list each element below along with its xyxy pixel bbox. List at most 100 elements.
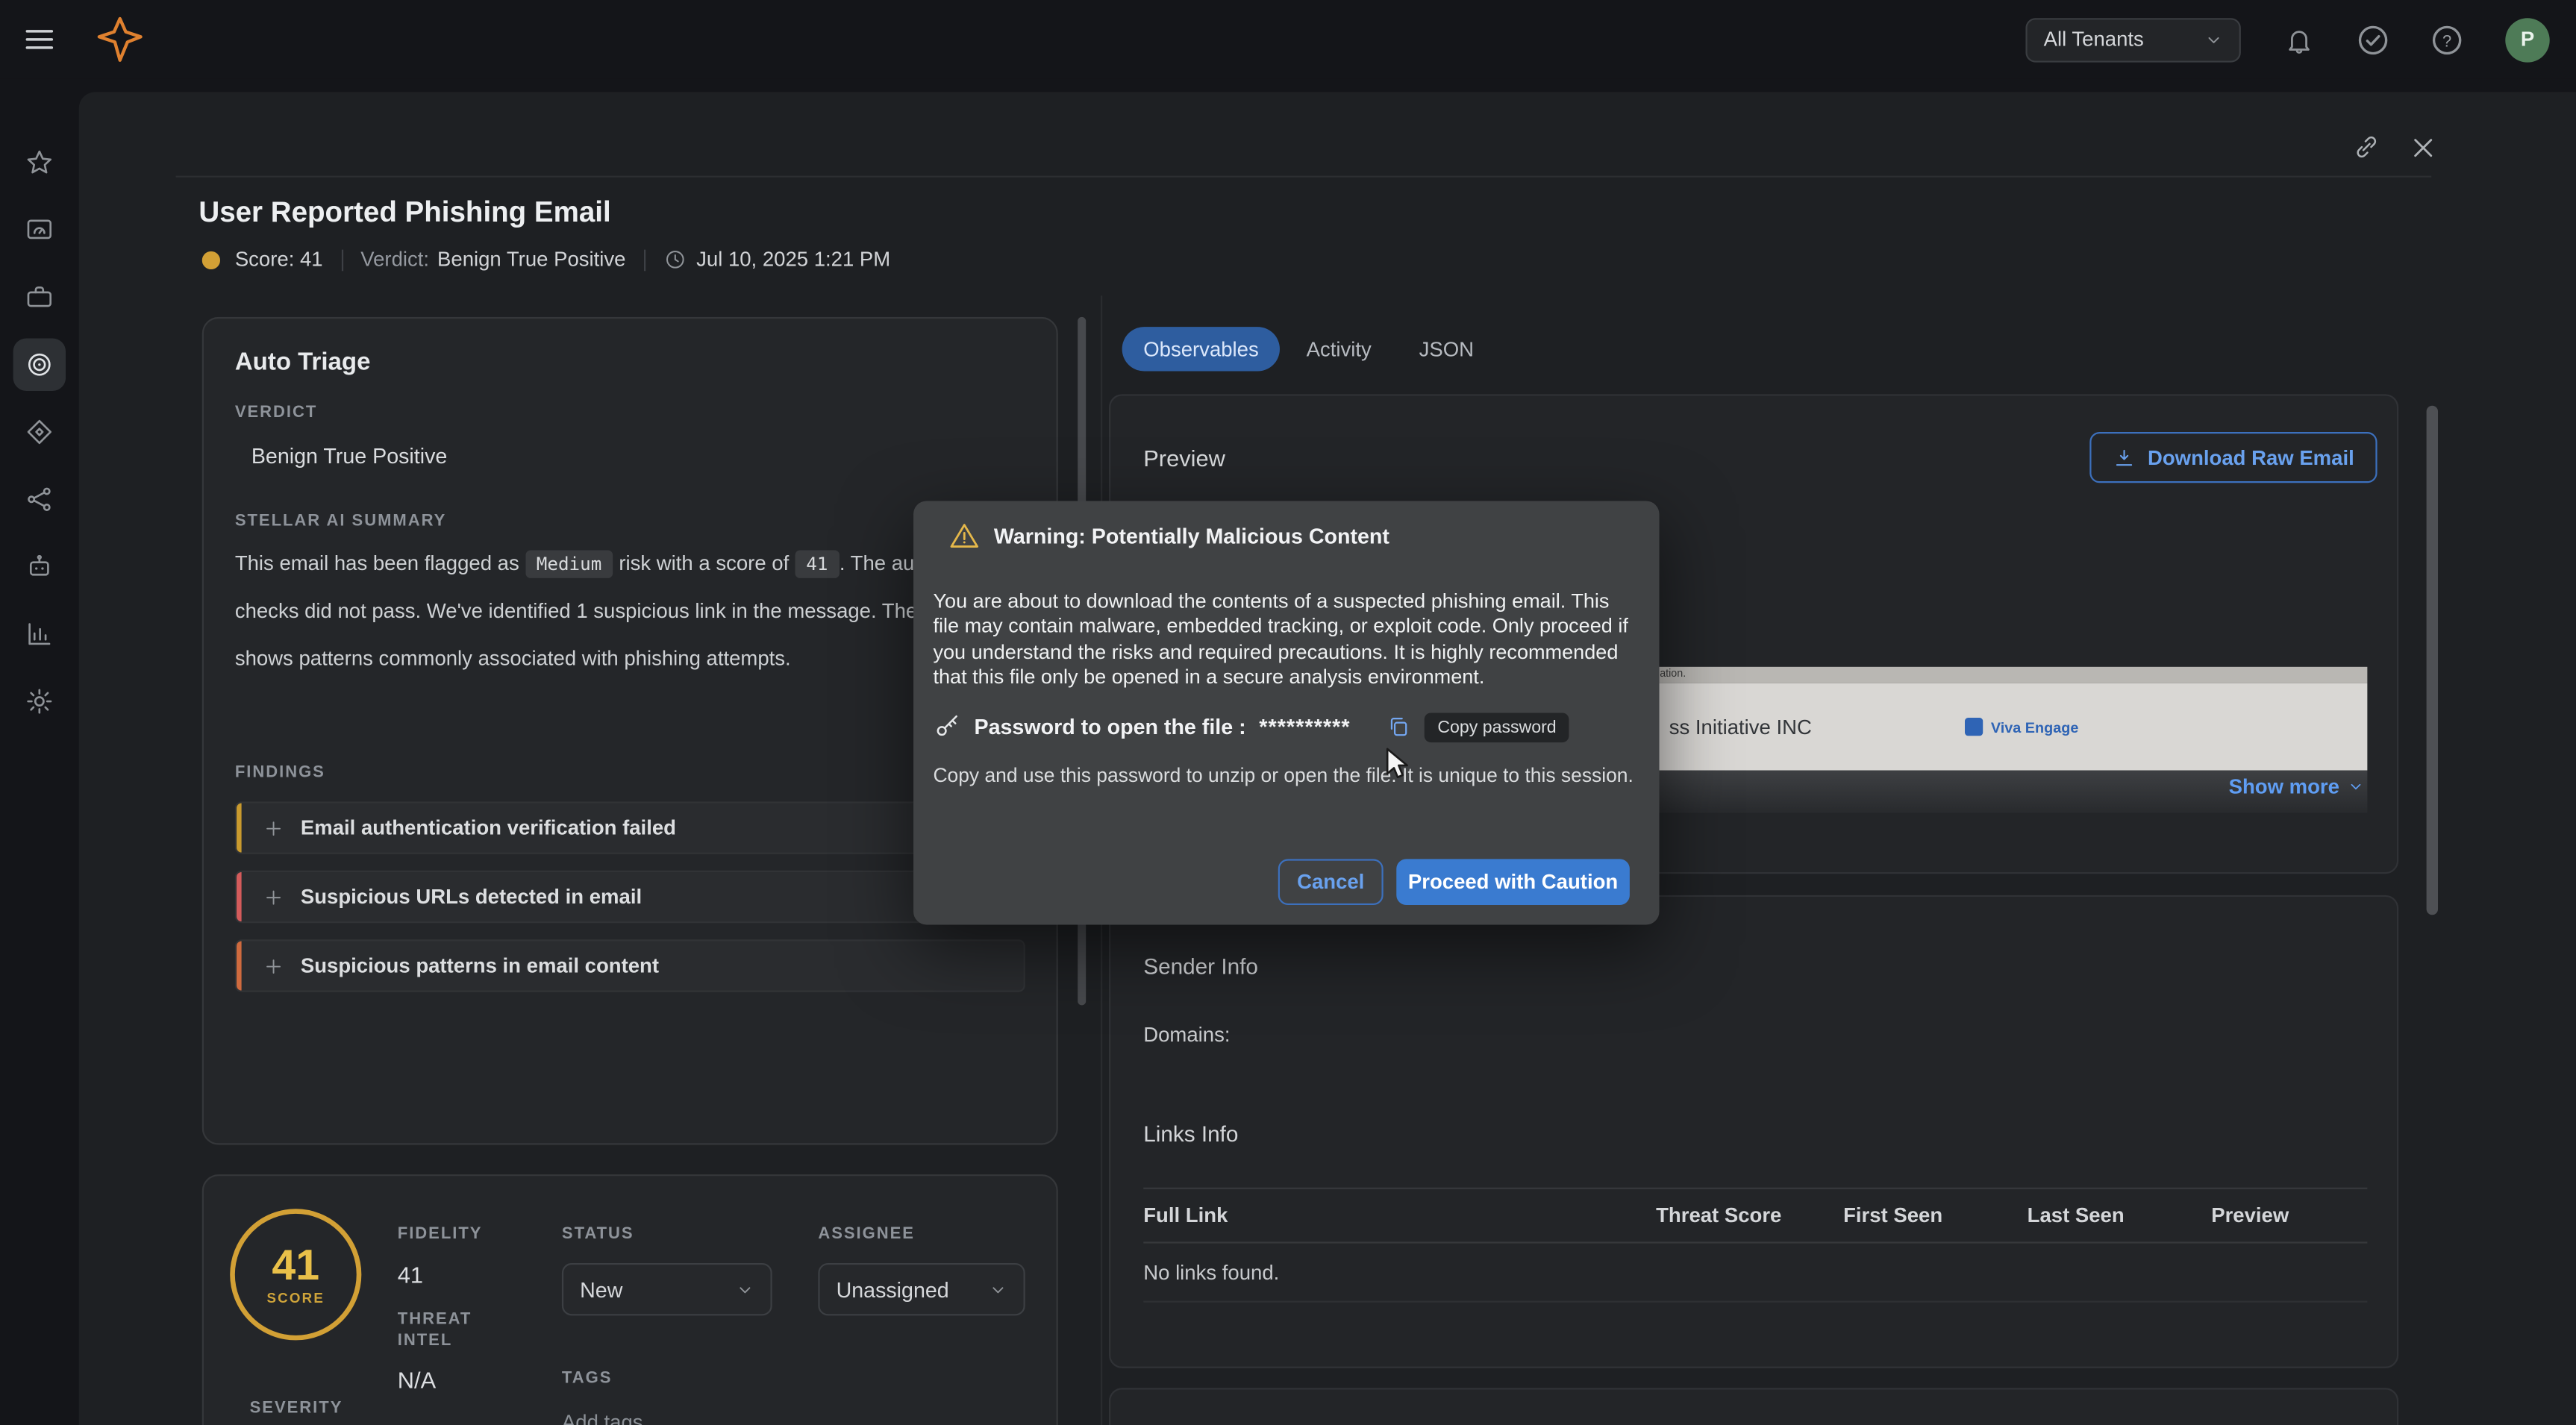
score-summary-card: 41 SCORE SEVERITY FIDELITY 41 THREAT INT…	[202, 1174, 1058, 1425]
email-title-snippet: ss Initiative INC	[1669, 715, 1812, 739]
links-table-header: Full Link Threat Score First Seen Last S…	[1143, 1188, 2367, 1244]
incident-meta-row: Score: 41 Verdict: Benign True Positive …	[202, 248, 890, 271]
finding-row-suspicious-urls[interactable]: Suspicious URLs detected in email	[235, 871, 1025, 923]
sidebar-item-detections-diamond-icon[interactable]	[13, 406, 66, 458]
password-note: Copy and use this password to unzip or o…	[933, 763, 1639, 786]
score-ring: 41 SCORE	[230, 1209, 361, 1340]
col-threat-score: Threat Score	[1656, 1204, 1843, 1227]
findings-heading: FINDINGS	[235, 764, 1025, 782]
assignee-select[interactable]: Unassigned	[818, 1263, 1025, 1315]
status-value: New	[580, 1277, 622, 1302]
detail-tabs: Observables Activity JSON	[1122, 327, 1495, 371]
sidebar-item-dashboards-icon[interactable]	[13, 204, 66, 256]
col-last-seen: Last Seen	[2028, 1204, 2212, 1227]
status-select[interactable]: New	[562, 1263, 772, 1315]
verdict-label: Verdict:	[360, 248, 429, 271]
copy-password-icon[interactable]	[1387, 715, 1411, 739]
summary-segment: This email has been flagged as	[235, 552, 525, 575]
tasks-check-icon[interactable]	[2357, 24, 2389, 55]
dialog-title: Warning: Potentially Malicious Content	[994, 523, 1389, 548]
col-first-seen: First Seen	[1843, 1204, 2028, 1227]
right-column-scrollbar-thumb[interactable]	[2427, 406, 2438, 915]
chevron-down-icon	[989, 1280, 1007, 1298]
status-label: STATUS	[562, 1225, 634, 1243]
proceed-with-caution-button[interactable]: Proceed with Caution	[1396, 859, 1630, 905]
notifications-bell-icon[interactable]	[2283, 24, 2315, 55]
meta-separator	[644, 249, 645, 271]
hamburger-menu-icon[interactable]	[23, 23, 56, 56]
expand-plus-icon	[264, 888, 282, 906]
finding-severity-bar	[237, 872, 242, 921]
expand-plus-icon	[264, 956, 282, 974]
summary-show-more-link[interactable]: Show more	[235, 707, 1025, 730]
tab-activity[interactable]: Activity	[1285, 327, 1392, 371]
meta-separator	[341, 249, 343, 271]
fidelity-label: FIDELITY	[398, 1225, 483, 1243]
domains-label: Domains:	[1143, 1024, 1230, 1047]
finding-severity-bar	[237, 804, 242, 853]
links-info-title: Links Info	[1143, 1122, 1238, 1147]
copy-link-icon[interactable]	[2353, 133, 2380, 160]
links-table-empty-row: No links found.	[1143, 1244, 2367, 1303]
tenant-selector-value: All Tenants	[2044, 28, 2144, 51]
viva-engage-logo-icon	[1965, 718, 1983, 736]
viva-engage-badge: Viva Engage	[1965, 718, 2079, 736]
fidelity-column: FIDELITY 41 THREAT INTEL N/A	[398, 1217, 516, 1393]
password-masked-value: **********	[1259, 715, 1350, 739]
sidebar-item-automation-robot-icon[interactable]	[13, 540, 66, 592]
preview-show-more-link[interactable]: Show more	[2229, 775, 2364, 798]
svg-text:?: ?	[2442, 31, 2451, 49]
top-bar: All Tenants ? P	[0, 0, 2576, 79]
password-row: Password to open the file : ********** C…	[933, 712, 1639, 742]
close-icon[interactable]	[2410, 135, 2436, 161]
dialog-footer: Cancel Proceed with Caution	[1278, 859, 1630, 905]
finding-row-email-auth[interactable]: Email authentication verification failed	[235, 801, 1025, 854]
sidebar-item-correlations-graph-icon[interactable]	[13, 473, 66, 525]
finding-label: Suspicious patterns in email content	[301, 954, 659, 977]
ai-summary-text: This email has been flagged as Medium ri…	[235, 540, 1025, 683]
malicious-content-warning-dialog: Warning: Potentially Malicious Content Y…	[913, 501, 1659, 924]
risk-score-chip: 41	[795, 551, 840, 578]
score-value: 41	[272, 1244, 319, 1286]
tab-json[interactable]: JSON	[1398, 327, 1495, 371]
sidebar-item-cases-briefcase-icon[interactable]	[13, 271, 66, 323]
preview-title: Preview	[1143, 445, 1225, 472]
score-status-dot	[202, 251, 220, 269]
assignee-value: Unassigned	[837, 1277, 949, 1302]
stellar-cyber-logo-icon[interactable]	[96, 15, 145, 64]
sidebar-item-settings-gear-icon[interactable]	[13, 675, 66, 727]
download-button-label: Download Raw Email	[2148, 446, 2354, 469]
assignee-label: ASSIGNEE	[818, 1225, 915, 1243]
panel-top-divider	[176, 176, 2432, 178]
status-column: STATUS New	[562, 1217, 772, 1315]
sidebar-item-triage-target-icon[interactable]	[13, 339, 66, 391]
verdict-heading: VERDICT	[235, 404, 1025, 422]
sidebar-item-reports-chart-icon[interactable]	[13, 608, 66, 660]
expand-plus-icon	[264, 818, 282, 836]
tags-input[interactable]	[562, 1404, 1028, 1425]
empty-message: No links found.	[1143, 1261, 1279, 1284]
score-text: Score: 41	[235, 248, 323, 271]
tab-observables[interactable]: Observables	[1122, 327, 1281, 371]
finding-label: Email authentication verification failed	[301, 816, 676, 839]
user-avatar[interactable]: P	[2505, 17, 2549, 61]
warning-triangle-icon	[949, 521, 979, 551]
verdict-value: Benign True Positive	[437, 248, 625, 271]
viva-engage-label: Viva Engage	[1991, 718, 2078, 735]
page-title: User Reported Phishing Email	[198, 195, 610, 230]
cancel-button[interactable]: Cancel	[1278, 859, 1384, 905]
sidebar-item-favorites-star-icon[interactable]	[13, 137, 66, 189]
score-caption: SCORE	[266, 1289, 325, 1306]
tenant-selector[interactable]: All Tenants	[2025, 17, 2240, 61]
risk-level-chip: Medium	[525, 551, 613, 578]
triage-verdict-value: Benign True Positive	[251, 443, 1025, 468]
download-raw-email-button[interactable]: Download Raw Email	[2090, 432, 2378, 483]
sender-info-title: Sender Info	[1143, 954, 1258, 979]
finding-row-suspicious-patterns[interactable]: Suspicious patterns in email content	[235, 939, 1025, 992]
threat-intel-label: THREAT INTEL	[398, 1309, 516, 1352]
col-full-link: Full Link	[1143, 1204, 1656, 1227]
auto-triage-title: Auto Triage	[235, 348, 1025, 376]
dialog-body-text: You are about to download the contents o…	[933, 589, 1639, 691]
show-more-label: Show more	[2229, 775, 2339, 798]
help-icon[interactable]: ?	[2431, 24, 2463, 55]
